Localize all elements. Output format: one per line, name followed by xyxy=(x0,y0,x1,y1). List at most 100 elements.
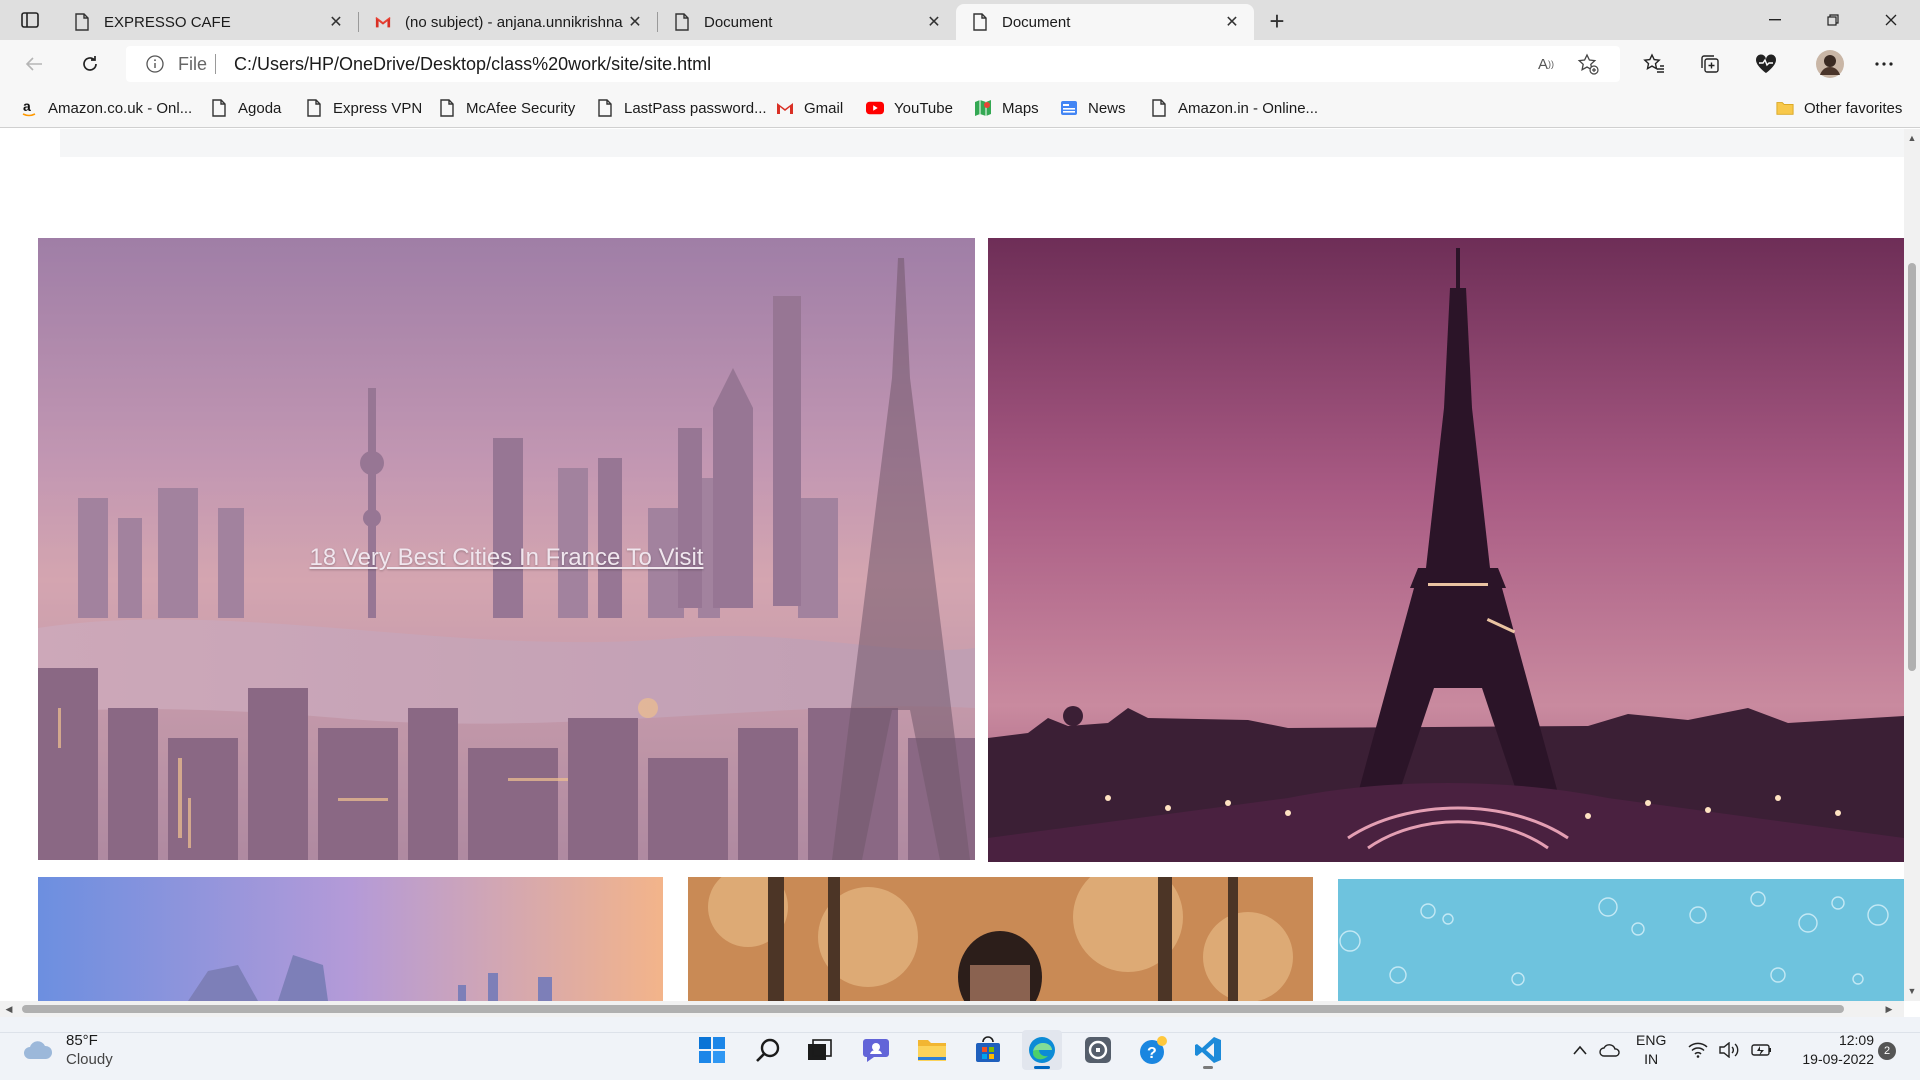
favorite-express-vpn[interactable]: Express VPN xyxy=(305,96,422,120)
edge-icon xyxy=(1029,1037,1055,1063)
close-tab-icon[interactable]: ✕ xyxy=(1222,12,1242,32)
horizontal-scroll-thumb[interactable] xyxy=(22,1005,1844,1013)
gmail-icon xyxy=(776,99,794,117)
refresh-icon xyxy=(83,56,97,71)
favorite-lastpass[interactable]: LastPass password... xyxy=(596,96,767,120)
clock[interactable]: 12:09 19-09-2022 xyxy=(1786,1031,1874,1069)
page-icon xyxy=(674,13,690,31)
favorite-news[interactable]: News xyxy=(1060,96,1126,120)
wifi-icon[interactable] xyxy=(1686,1038,1710,1062)
sunset-skyline-image xyxy=(38,877,663,1001)
favorite-amazon-uk[interactable]: a Amazon.co.uk - Onl... xyxy=(20,96,192,120)
other-favorites-folder[interactable]: Other favorites xyxy=(1776,96,1902,120)
page-icon xyxy=(438,99,456,117)
favorites-icon[interactable] xyxy=(1640,50,1668,78)
favorite-mcafee[interactable]: McAfee Security xyxy=(438,96,575,120)
search-button[interactable] xyxy=(748,1030,788,1070)
close-tab-icon[interactable]: ✕ xyxy=(326,12,346,32)
address-bar[interactable]: File C:/Users/HP/OneDrive/Desktop/class%… xyxy=(126,46,1620,82)
collections-icon[interactable] xyxy=(1696,50,1724,78)
edge-browser-button[interactable] xyxy=(1022,1030,1062,1070)
youtube-icon xyxy=(866,99,884,117)
other-favorites-label: Other favorites xyxy=(1804,99,1903,117)
tab-document[interactable]: Document ✕ xyxy=(658,4,956,40)
favorite-amazon-in[interactable]: Amazon.in - Online... xyxy=(1150,96,1318,120)
hero-eiffel-image[interactable] xyxy=(988,238,1904,862)
scheme-label: File xyxy=(178,54,208,74)
help-icon: ? xyxy=(1140,1036,1167,1064)
gallery-image-skyline[interactable] xyxy=(38,877,663,1001)
svg-text:a: a xyxy=(23,99,31,114)
app-button[interactable] xyxy=(1078,1030,1118,1070)
favorites-bar: a Amazon.co.uk - Onl... Agoda Express VP… xyxy=(0,88,1920,128)
hero-city-image[interactable]: 18 Very Best Cities In France To Visit xyxy=(38,238,975,860)
page-viewport: 18 Very Best Cities In France To Visit xyxy=(0,129,1904,1001)
svg-text:?: ? xyxy=(1147,1045,1157,1062)
favorite-label: Amazon.in - Online... xyxy=(1178,99,1319,117)
close-window-button[interactable] xyxy=(1862,0,1920,40)
settings-more-button[interactable] xyxy=(1870,50,1898,78)
favorite-label: Amazon.co.uk - Onl... xyxy=(48,99,193,117)
news-icon xyxy=(1060,99,1078,117)
vscode-button[interactable] xyxy=(1188,1030,1228,1070)
tab-document-active[interactable]: Document ✕ xyxy=(956,4,1254,40)
back-button[interactable] xyxy=(18,48,50,80)
vscode-icon xyxy=(1195,1037,1221,1063)
browser-toolbar: File C:/Users/HP/OneDrive/Desktop/class%… xyxy=(0,40,1920,88)
get-help-button[interactable]: ? xyxy=(1134,1030,1174,1070)
task-view-button[interactable] xyxy=(800,1030,840,1070)
restore-button[interactable] xyxy=(1804,0,1862,40)
tab-title: Document xyxy=(704,13,773,31)
start-button[interactable] xyxy=(692,1030,732,1070)
new-tab-button[interactable]: + xyxy=(1262,6,1292,36)
microsoft-store-button[interactable] xyxy=(968,1030,1008,1070)
refresh-button[interactable] xyxy=(74,48,106,80)
language-code: ENG xyxy=(1636,1032,1667,1048)
notification-badge[interactable]: 2 xyxy=(1878,1042,1896,1060)
tab-actions-button[interactable] xyxy=(14,8,46,32)
weather-widget[interactable]: 85°F Cloudy xyxy=(22,1026,113,1074)
favorite-agoda[interactable]: Agoda xyxy=(210,96,281,120)
horizontal-scrollbar[interactable]: ◀ ▶ xyxy=(0,1001,1904,1017)
minimize-button[interactable] xyxy=(1746,0,1804,40)
chat-icon xyxy=(863,1039,889,1062)
close-tab-icon[interactable]: ✕ xyxy=(924,12,944,32)
volume-icon[interactable] xyxy=(1718,1038,1742,1062)
url-text[interactable]: C:/Users/HP/OneDrive/Desktop/class%20wor… xyxy=(234,54,711,75)
language-indicator[interactable]: ENG IN xyxy=(1636,1031,1666,1069)
battery-icon[interactable] xyxy=(1750,1038,1774,1062)
profile-avatar[interactable] xyxy=(1814,48,1846,80)
amazon-icon: a xyxy=(20,99,38,117)
autumn-portrait-image xyxy=(688,877,1313,1001)
app-icon xyxy=(1085,1037,1111,1063)
tab-strip: EXPRESSO CAFE ✕ (no subject) - anjana.un… xyxy=(0,0,1920,40)
gallery-image-bubbles[interactable] xyxy=(1338,879,1904,1001)
show-hidden-icons-button[interactable] xyxy=(1568,1038,1592,1062)
scroll-left-icon[interactable]: ◀ xyxy=(4,1004,14,1014)
read-aloud-icon[interactable]: A)) xyxy=(1534,52,1558,76)
search-icon xyxy=(756,1038,780,1062)
scroll-up-icon[interactable]: ▲ xyxy=(1907,133,1917,143)
favorite-maps[interactable]: Maps xyxy=(974,96,1039,120)
onedrive-icon[interactable] xyxy=(1598,1038,1622,1062)
weather-condition: Cloudy xyxy=(66,1051,113,1068)
favorite-label: McAfee Security xyxy=(466,99,576,117)
info-icon[interactable] xyxy=(146,55,164,73)
favorite-youtube[interactable]: YouTube xyxy=(866,96,953,120)
file-explorer-button[interactable] xyxy=(912,1030,952,1070)
tab-gmail[interactable]: (no subject) - anjana.unnikrishna ✕ xyxy=(359,4,657,40)
vertical-scroll-thumb[interactable] xyxy=(1908,263,1916,671)
favorite-gmail[interactable]: Gmail xyxy=(776,96,843,120)
teams-chat-button[interactable] xyxy=(856,1030,896,1070)
tab-expresso-cafe[interactable]: EXPRESSO CAFE ✕ xyxy=(58,4,358,40)
arrow-left-icon xyxy=(25,57,42,71)
browser-essentials-icon[interactable] xyxy=(1752,50,1780,78)
close-tab-icon[interactable]: ✕ xyxy=(625,12,645,32)
scroll-down-icon[interactable]: ▼ xyxy=(1907,986,1917,996)
hero-caption-link[interactable]: 18 Very Best Cities In France To Visit xyxy=(38,544,975,572)
scroll-right-icon[interactable]: ▶ xyxy=(1884,1004,1894,1014)
add-favorite-icon[interactable] xyxy=(1576,52,1600,76)
active-app-indicator xyxy=(1034,1066,1050,1069)
vertical-scrollbar[interactable]: ▲ ▼ xyxy=(1904,129,1920,1001)
gallery-image-portrait[interactable] xyxy=(688,877,1313,1001)
